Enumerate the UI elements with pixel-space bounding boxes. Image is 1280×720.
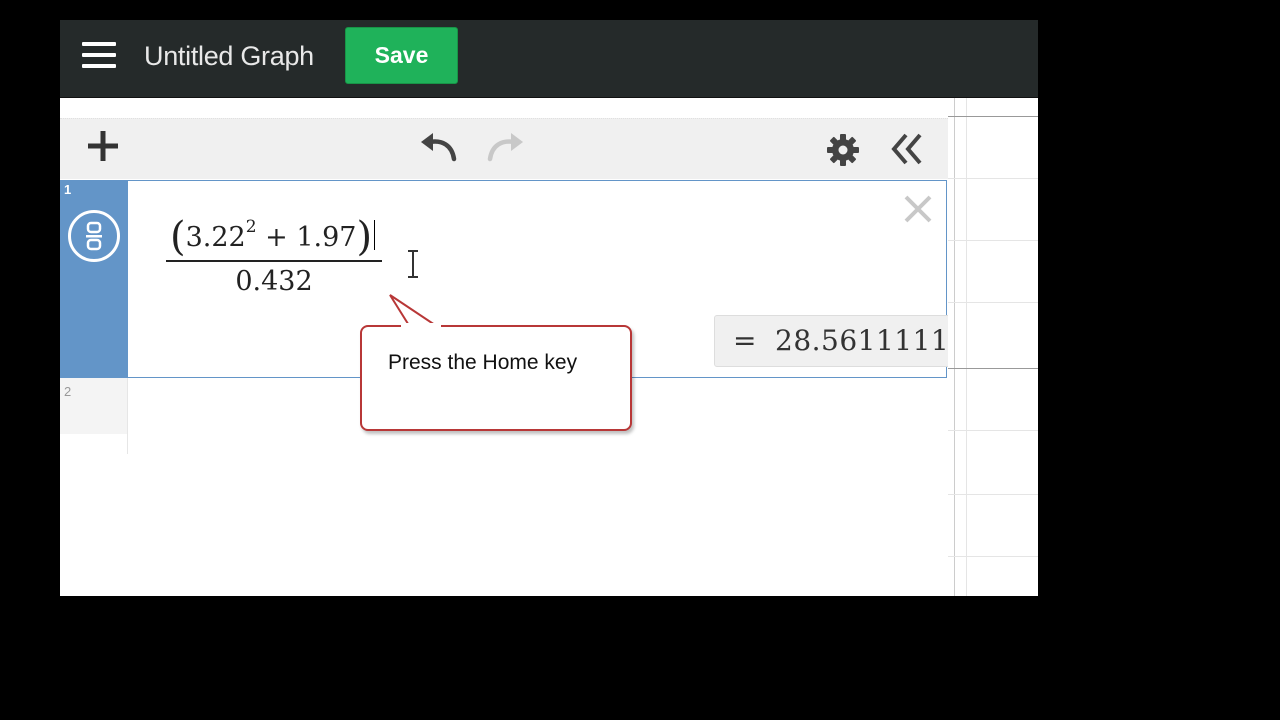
result-equals: = bbox=[733, 324, 757, 357]
hamburger-menu-icon[interactable] bbox=[82, 40, 116, 70]
grid-line bbox=[948, 556, 1038, 557]
graph-canvas[interactable] bbox=[948, 98, 1038, 596]
expression-gutter[interactable]: 2 bbox=[60, 378, 128, 434]
double-chevron-left-icon[interactable] bbox=[890, 131, 924, 172]
grid-line bbox=[948, 240, 1038, 241]
graph-title[interactable]: Untitled Graph bbox=[144, 40, 314, 72]
grid-line bbox=[948, 368, 1038, 369]
denominator[interactable]: 0.432 bbox=[166, 266, 382, 297]
grid-line bbox=[954, 98, 955, 596]
grid-line bbox=[948, 430, 1038, 431]
grid-line bbox=[948, 494, 1038, 495]
redo-icon[interactable] bbox=[484, 131, 526, 170]
gutter-divider bbox=[127, 434, 128, 454]
right-paren: ) bbox=[356, 214, 373, 260]
expression-number: 1 bbox=[64, 182, 72, 197]
numerator-exponent: 2 bbox=[245, 217, 257, 237]
grid-line bbox=[948, 116, 1038, 117]
save-button[interactable]: Save bbox=[345, 27, 458, 84]
grid-line bbox=[948, 178, 1038, 179]
numerator-base: 3.22 bbox=[185, 222, 246, 253]
text-cursor bbox=[374, 220, 376, 250]
grid-line bbox=[948, 302, 1038, 303]
ibeam-cursor-icon bbox=[406, 249, 420, 287]
expression-number: 2 bbox=[64, 384, 72, 399]
math-expression[interactable]: (3.222 + 1.97) 0.432 bbox=[166, 207, 382, 297]
callout-tooltip: Press the Home key bbox=[360, 325, 632, 431]
grid-line bbox=[966, 98, 967, 596]
desmos-app: Untitled Graph Save 1 (3.222 + 1.97) 0.4… bbox=[60, 20, 1038, 596]
gear-icon[interactable] bbox=[826, 133, 860, 172]
callout-tail-join bbox=[401, 323, 441, 329]
fraction-icon[interactable] bbox=[68, 210, 120, 262]
top-bar: Untitled Graph Save bbox=[60, 20, 1038, 98]
plus-icon[interactable] bbox=[86, 129, 120, 168]
numerator[interactable]: (3.222 + 1.97) bbox=[166, 207, 382, 258]
undo-icon[interactable] bbox=[418, 131, 460, 170]
numerator-rest: + 1.97 bbox=[265, 222, 357, 253]
left-paren: ( bbox=[170, 214, 186, 260]
expression-toolbar bbox=[60, 118, 948, 179]
callout-text: Press the Home key bbox=[388, 351, 578, 374]
fraction-bar bbox=[166, 260, 382, 262]
expression-gutter[interactable]: 1 bbox=[60, 180, 128, 378]
close-icon[interactable] bbox=[902, 193, 934, 230]
